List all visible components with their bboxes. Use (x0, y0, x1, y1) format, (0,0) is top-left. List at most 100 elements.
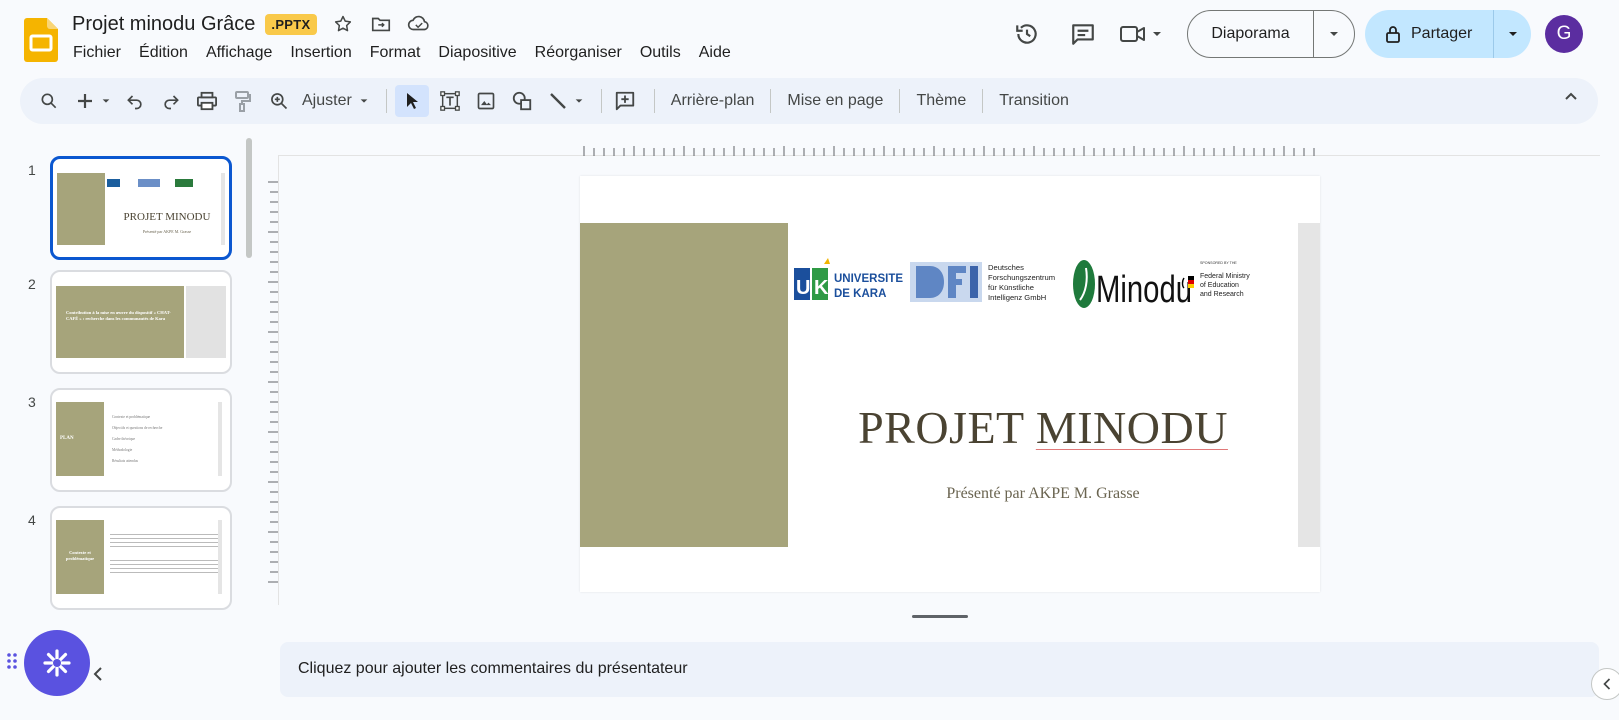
account-avatar[interactable]: G (1545, 15, 1583, 53)
search-icon (41, 93, 57, 109)
menu-edit[interactable]: Édition (130, 42, 197, 64)
shapes-icon (512, 91, 531, 111)
thumb-logos (107, 179, 217, 187)
menu-help[interactable]: Aide (690, 42, 740, 64)
zoom-dropdown[interactable] (358, 96, 370, 106)
assistant-fab[interactable] (24, 630, 90, 696)
image-icon (477, 92, 495, 110)
undo-icon (127, 95, 142, 110)
vertical-ruler[interactable] (266, 180, 278, 590)
lock-icon (1386, 26, 1400, 43)
line-tool-button[interactable] (543, 85, 573, 117)
line-dropdown[interactable] (573, 96, 585, 106)
new-slide-button[interactable] (70, 85, 100, 117)
slide-title-part: MINODU (1035, 402, 1228, 453)
thumb-title: PROJET MINODU (123, 211, 211, 223)
minodu-logo: Minodu (1073, 260, 1192, 311)
slide-canvas[interactable]: U K UNIVERSITE DE KARA Deutsches Forschu… (580, 176, 1320, 592)
share-options-button[interactable] (1493, 10, 1531, 58)
slideshow-options-button[interactable] (1314, 11, 1354, 57)
chevron-down-icon (1508, 32, 1517, 36)
side-panel-toggle[interactable] (1591, 668, 1619, 700)
menu-slide[interactable]: Diapositive (429, 42, 525, 64)
dfki-logo: Deutsches Forschungszentrum für Künstlic… (910, 262, 1055, 302)
partner-logos[interactable]: U K UNIVERSITE DE KARA Deutsches Forschu… (794, 256, 1274, 316)
meet-button[interactable] (1119, 22, 1163, 46)
transition-button[interactable]: Transition (991, 92, 1077, 110)
new-slide-layout-dropdown[interactable] (100, 96, 112, 106)
zoom-level[interactable]: Ajuster (300, 92, 360, 110)
app-header: Projet minodu Grâce .PPTX Fichier Éditio… (0, 0, 1619, 74)
slides-logo-icon[interactable] (24, 18, 58, 62)
document-title[interactable]: Projet minodu Grâce (72, 13, 255, 36)
slideshow-button[interactable]: Diaporama (1188, 11, 1314, 57)
menu-format[interactable]: Format (361, 42, 430, 64)
chevron-left-icon (93, 667, 102, 681)
text-box-icon (439, 91, 460, 111)
thumb-list: Contexte et problématique Objectifs et q… (112, 412, 162, 467)
shape-button[interactable] (507, 85, 537, 117)
slide-thumbnail-3[interactable]: PLAN Contexte et problématique Objectifs… (50, 388, 232, 492)
menu-view[interactable]: Affichage (197, 42, 281, 64)
undo-button[interactable] (120, 85, 150, 117)
chevron-up-icon (1565, 92, 1577, 100)
cursor-icon (406, 93, 418, 109)
insert-image-button[interactable] (471, 85, 501, 117)
slide-title[interactable]: PROJET MINODU (788, 401, 1298, 454)
toolbar-divider (653, 89, 655, 113)
menu-file[interactable]: Fichier (64, 42, 130, 64)
slide-olive-block[interactable] (580, 223, 788, 547)
logo-text: and Research (1200, 291, 1244, 298)
filmstrip-scrollbar[interactable] (246, 138, 252, 258)
share-button[interactable]: Partager (1365, 10, 1493, 58)
slide-thumbnail-1[interactable]: PROJET MINODU Présenté par AKPE M. Grass… (50, 156, 232, 260)
select-tool-button[interactable] (394, 85, 429, 117)
menu-arrange[interactable]: Réorganiser (526, 42, 631, 64)
thumb-label: Contexte et problématique (65, 550, 95, 561)
svg-text:K: K (814, 277, 829, 299)
search-menus-button[interactable] (34, 85, 64, 117)
collapse-toolbar-button[interactable] (1562, 88, 1580, 111)
logo-text: Deutsches (988, 263, 1024, 272)
comments-icon[interactable] (1063, 14, 1103, 54)
print-button[interactable] (192, 85, 222, 117)
move-folder-icon[interactable] (369, 12, 393, 36)
menu-insert[interactable]: Insertion (281, 42, 360, 64)
star-icon[interactable] (331, 12, 355, 36)
text-box-button[interactable] (435, 85, 465, 117)
slide-number: 1 (28, 162, 36, 178)
add-comment-icon (615, 91, 634, 111)
zoom-button[interactable] (264, 85, 294, 117)
thumb-gray-bar (218, 520, 222, 594)
cloud-saved-icon[interactable] (407, 12, 431, 36)
thumb-text: Contribution à la mise en œuvre du dispo… (66, 310, 171, 321)
slide-subtitle[interactable]: Présenté par AKPE M. Grasse (788, 485, 1298, 503)
drag-handle-icon[interactable] (6, 652, 18, 670)
menu-tools[interactable]: Outils (631, 42, 690, 64)
chevron-left-icon (1603, 678, 1611, 690)
toolbar-divider (770, 89, 772, 113)
collapse-filmstrip-button[interactable] (92, 666, 104, 687)
thumb-list-item: Méthodologie (112, 448, 133, 452)
add-comment-button[interactable] (610, 85, 640, 117)
redo-icon (164, 95, 179, 110)
slide-gray-bar[interactable] (1298, 223, 1320, 547)
slide-thumbnail-4[interactable]: Contexte et problématique (50, 506, 232, 610)
logo-text: of Education (1200, 282, 1239, 289)
logo-text: UNIVERSITE (834, 273, 903, 285)
background-button[interactable]: Arrière-plan (663, 92, 763, 110)
horizontal-ruler[interactable] (582, 144, 1318, 156)
history-icon[interactable] (1007, 14, 1047, 54)
layout-button[interactable]: Mise en page (779, 92, 891, 110)
bmbf-logo: SPONSORED BY THE Federal Ministry of Edu… (1181, 261, 1250, 298)
thumb-paragraph (110, 534, 220, 550)
theme-button[interactable]: Thème (908, 92, 974, 110)
slideshow-button-group: Diaporama (1187, 10, 1355, 58)
redo-button[interactable] (156, 85, 186, 117)
speaker-notes[interactable]: Cliquez pour ajouter les commentaires du… (280, 642, 1599, 697)
main-toolbar: Ajuster Arrière-plan Mise en page Thème … (20, 78, 1598, 124)
paint-format-button[interactable] (228, 85, 258, 117)
notes-resize-handle[interactable] (912, 615, 968, 618)
slide-thumbnail-2[interactable]: Contribution à la mise en œuvre du dispo… (50, 270, 232, 374)
logo-text: für Künstliche (988, 283, 1034, 292)
